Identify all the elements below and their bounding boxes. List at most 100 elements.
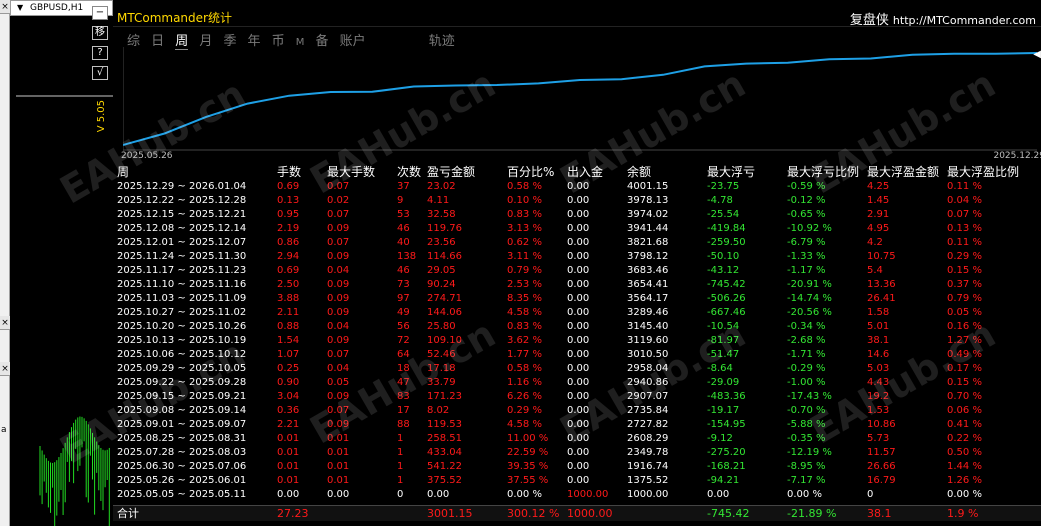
cell-balance: 2907.07 bbox=[627, 391, 669, 402]
header-week[interactable]: 周 bbox=[117, 165, 129, 179]
table-row[interactable]: 2025.09.29 ~ 2025.10.05 0.25 0.04 18 17.18 0.… bbox=[117, 362, 1037, 376]
header-max-drawdown-pct[interactable]: 最大浮亏比例 bbox=[787, 165, 859, 179]
cell-count: 40 bbox=[397, 237, 410, 248]
cell-max-drawdown-pct: -1.00 % bbox=[787, 377, 826, 388]
cell-max-drawdown-pct: -0.70 % bbox=[787, 405, 826, 416]
cell-max-drawdown: -19.17 bbox=[707, 405, 740, 416]
table-row[interactable]: 2025.11.24 ~ 2025.11.30 2.94 0.09 138 114.66… bbox=[117, 250, 1037, 264]
chart-symbol: GBPUSD,H1 bbox=[30, 3, 84, 13]
cell-percent: 0.10 % bbox=[507, 195, 542, 206]
period-tabs: 综 日 周 月 季 年 币 M 备 账户 轨迹 bbox=[127, 30, 461, 50]
cell-pnl: 541.22 bbox=[427, 461, 462, 472]
cell-week: 2025.10.13 ~ 2025.10.19 bbox=[117, 335, 247, 346]
cell-week: 2025.11.24 ~ 2025.11.30 bbox=[117, 251, 247, 262]
total-label: 合计 bbox=[117, 507, 139, 520]
table-row[interactable]: 2025.05.26 ~ 2025.06.01 0.01 0.01 1 375.52 37… bbox=[117, 474, 1037, 488]
cell-max-drawdown: -483.36 bbox=[707, 391, 746, 402]
header-deposit[interactable]: 出入金 bbox=[567, 165, 603, 179]
weekly-stats-table: 周 手数 最大手数 次数 盈亏金额 百分比% 出入金 余额 最大浮亏 最大浮亏比… bbox=[117, 165, 1037, 502]
cell-max-drawdown-pct: -1.33 % bbox=[787, 251, 826, 262]
cell-deposit: 0.00 bbox=[567, 405, 590, 416]
table-row[interactable]: 2025.05.05 ~ 2025.05.11 0.00 0.00 0 0.00 0.00… bbox=[117, 488, 1037, 502]
cell-percent: 3.13 % bbox=[507, 223, 542, 234]
cell-max-drawdown: -43.12 bbox=[707, 265, 740, 276]
cell-balance: 2349.78 bbox=[627, 447, 669, 458]
price-chart-area[interactable] bbox=[10, 16, 113, 526]
cell-pnl: 274.71 bbox=[427, 293, 462, 304]
cell-week: 2025.09.29 ~ 2025.10.05 bbox=[117, 363, 247, 374]
header-percent[interactable]: 百分比% bbox=[507, 165, 554, 179]
cell-max-drawdown: -10.54 bbox=[707, 321, 740, 332]
cell-max-drawdown-pct: -12.19 % bbox=[787, 447, 832, 458]
brand-link[interactable]: 复盘侠 http://MTCommander.com bbox=[850, 9, 1036, 28]
cell-max-drawdown-pct: -0.34 % bbox=[787, 321, 826, 332]
header-count[interactable]: 次数 bbox=[397, 165, 421, 179]
brand-url[interactable]: http://MTCommander.com bbox=[893, 14, 1036, 27]
cell-balance: 1916.74 bbox=[627, 461, 669, 472]
table-row[interactable]: 2025.10.20 ~ 2025.10.26 0.88 0.04 56 25.80 0.… bbox=[117, 320, 1037, 334]
header-max-lots[interactable]: 最大手数 bbox=[327, 165, 375, 179]
table-row[interactable]: 2025.12.15 ~ 2025.12.21 0.95 0.07 53 32.58 0.… bbox=[117, 208, 1037, 222]
table-row[interactable]: 2025.11.03 ~ 2025.11.09 3.88 0.09 97 274.71 8… bbox=[117, 292, 1037, 306]
cell-week: 2025.12.15 ~ 2025.12.21 bbox=[117, 209, 247, 220]
move-button[interactable]: 移 bbox=[92, 26, 108, 40]
cell-week: 2025.12.22 ~ 2025.12.28 bbox=[117, 195, 247, 206]
header-max-float-profit-pct[interactable]: 最大浮盈比例 bbox=[947, 165, 1019, 179]
table-row[interactable]: 2025.11.10 ~ 2025.11.16 2.50 0.09 73 90.24 2.… bbox=[117, 278, 1037, 292]
table-row[interactable]: 2025.06.30 ~ 2025.07.06 0.01 0.01 1 541.22 39… bbox=[117, 460, 1037, 474]
header-max-drawdown[interactable]: 最大浮亏 bbox=[707, 165, 755, 179]
header-max-float-profit[interactable]: 最大浮盈金额 bbox=[867, 165, 939, 179]
cell-week: 2025.05.05 ~ 2025.05.11 bbox=[117, 489, 247, 500]
table-row[interactable]: 2025.10.27 ~ 2025.11.02 2.11 0.09 49 144.06 4… bbox=[117, 306, 1037, 320]
table-row[interactable]: 2025.12.08 ~ 2025.12.14 2.19 0.09 46 119.76 3… bbox=[117, 222, 1037, 236]
help-button[interactable]: ? bbox=[92, 46, 108, 60]
strip-close-button-3[interactable]: × bbox=[0, 362, 10, 376]
equity-chart-svg bbox=[122, 47, 1038, 151]
cell-count: 72 bbox=[397, 335, 410, 346]
cell-pnl: 119.53 bbox=[427, 419, 462, 430]
cell-max-float-profit-pct: 0.22 % bbox=[947, 433, 982, 444]
table-row[interactable]: 2025.12.22 ~ 2025.12.28 0.13 0.02 9 4.11 0.10… bbox=[117, 194, 1037, 208]
dropdown-triangle-icon[interactable]: ▼ bbox=[17, 3, 23, 12]
table-row[interactable]: 2025.11.17 ~ 2025.11.23 0.69 0.04 46 29.05 0.… bbox=[117, 264, 1037, 278]
strip-close-button[interactable]: × bbox=[0, 0, 10, 14]
cell-lots: 0.01 bbox=[277, 433, 300, 444]
cell-deposit: 0.00 bbox=[567, 433, 590, 444]
cell-max-drawdown-pct: -2.68 % bbox=[787, 335, 826, 346]
table-row[interactable]: 2025.08.25 ~ 2025.08.31 0.01 0.01 1 258.51 11… bbox=[117, 432, 1037, 446]
table-row[interactable]: 2025.09.08 ~ 2025.09.14 0.36 0.07 17 8.02 0.2… bbox=[117, 404, 1037, 418]
table-row[interactable]: 2025.09.01 ~ 2025.09.07 2.21 0.09 88 119.53 4… bbox=[117, 418, 1037, 432]
table-row[interactable]: 2025.09.15 ~ 2025.09.21 3.04 0.09 83 171.23 6… bbox=[117, 390, 1037, 404]
table-row[interactable]: 2025.12.01 ~ 2025.12.07 0.86 0.07 40 23.56 0.… bbox=[117, 236, 1037, 250]
cell-balance: 2735.84 bbox=[627, 405, 669, 416]
cell-pnl: 0.00 bbox=[427, 489, 450, 500]
table-row[interactable]: 2025.09.22 ~ 2025.09.28 0.90 0.05 47 33.79 1.… bbox=[117, 376, 1037, 390]
cell-pnl: 433.04 bbox=[427, 447, 462, 458]
strip-close-button-2[interactable]: × bbox=[0, 316, 10, 330]
total-deposit: 1000.00 bbox=[567, 507, 613, 520]
table-row[interactable]: 2025.07.28 ~ 2025.08.03 0.01 0.01 1 433.04 22… bbox=[117, 446, 1037, 460]
cell-max-drawdown-pct: -0.59 % bbox=[787, 181, 826, 192]
cell-max-drawdown-pct: -0.65 % bbox=[787, 209, 826, 220]
panel-scroll-arrow-icon[interactable]: ◀ bbox=[1033, 49, 1041, 60]
table-row[interactable]: 2025.10.13 ~ 2025.10.19 1.54 0.09 72 109.10 3… bbox=[117, 334, 1037, 348]
cell-max-float-profit: 5.03 bbox=[867, 363, 890, 374]
cell-lots: 3.04 bbox=[277, 391, 300, 402]
check-button[interactable]: √ bbox=[92, 66, 108, 80]
cell-deposit: 0.00 bbox=[567, 307, 590, 318]
cell-max-lots: 0.09 bbox=[327, 279, 350, 290]
cell-lots: 0.86 bbox=[277, 237, 300, 248]
table-row[interactable]: 2025.10.06 ~ 2025.10.12 1.07 0.07 64 52.46 1.… bbox=[117, 348, 1037, 362]
cell-max-float-profit: 14.6 bbox=[867, 349, 890, 360]
table-row[interactable]: 2025.12.29 ~ 2026.01.04 0.69 0.07 37 23.02 0.… bbox=[117, 180, 1037, 194]
cell-pnl: 52.46 bbox=[427, 349, 456, 360]
cell-pnl: 33.79 bbox=[427, 377, 456, 388]
header-lots[interactable]: 手数 bbox=[277, 165, 301, 179]
cell-count: 46 bbox=[397, 265, 410, 276]
cell-pnl: 4.11 bbox=[427, 195, 450, 206]
header-balance[interactable]: 余额 bbox=[627, 165, 651, 179]
cell-max-drawdown-pct: -0.35 % bbox=[787, 433, 826, 444]
app-root: × × × a ▼ GBPUSD,H1 − 移 ? √ V 5.05 MTCom… bbox=[0, 0, 1041, 526]
minimize-button[interactable]: − bbox=[92, 6, 108, 20]
header-pnl[interactable]: 盈亏金额 bbox=[427, 165, 475, 179]
